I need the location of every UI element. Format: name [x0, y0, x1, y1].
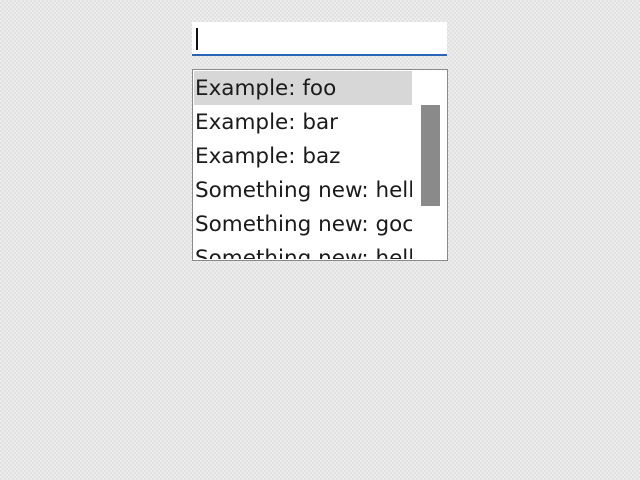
suggestion-item[interactable]: Something new: hell	[194, 173, 412, 207]
scrollbar-thumb[interactable]	[421, 105, 440, 206]
suggestion-item[interactable]: Example: foo	[194, 71, 412, 105]
vertical-scrollbar[interactable]	[413, 70, 447, 260]
text-caret	[196, 28, 198, 50]
suggestion-item[interactable]: Something new: goc	[194, 207, 412, 241]
suggestion-items: Example: foo Example: bar Example: baz S…	[194, 71, 412, 259]
suggestion-list[interactable]: Example: foo Example: bar Example: baz S…	[192, 69, 448, 261]
suggestion-item[interactable]: Example: baz	[194, 139, 412, 173]
suggestion-item[interactable]: Example: bar	[194, 105, 412, 139]
search-field[interactable]	[192, 22, 447, 56]
suggestion-item[interactable]: Something new: hell	[194, 241, 412, 259]
search-input[interactable]	[192, 22, 447, 54]
